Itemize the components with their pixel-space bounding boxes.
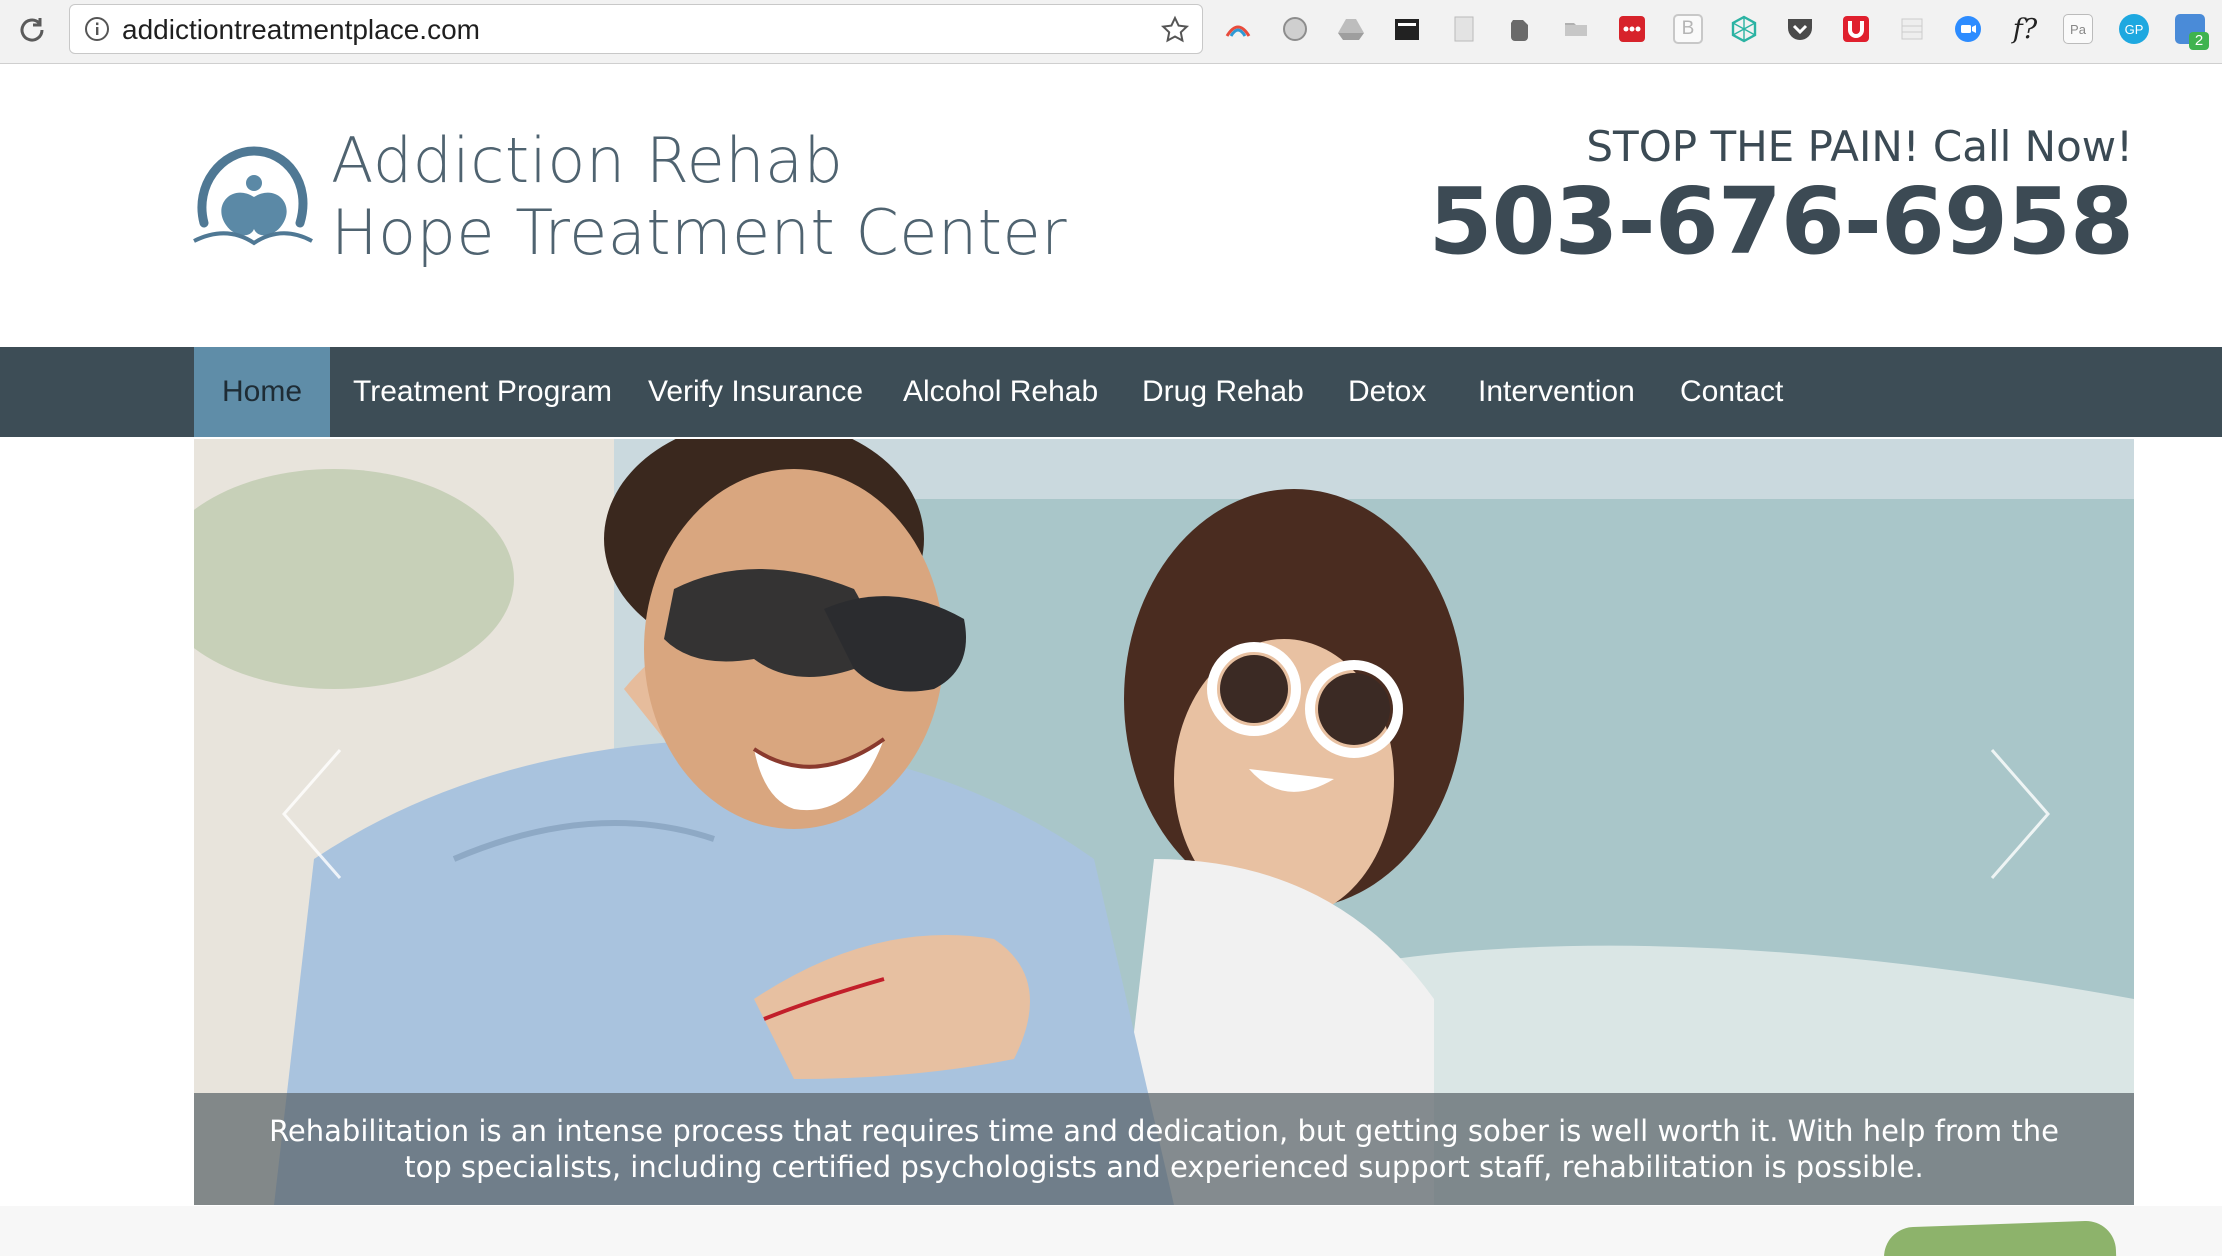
- pocket-icon[interactable]: [1785, 14, 1815, 44]
- nav-contact[interactable]: Contact: [1652, 347, 1811, 437]
- nav-intervention[interactable]: Intervention: [1450, 347, 1663, 437]
- logo-icon[interactable]: [192, 145, 314, 253]
- address-bar[interactable]: addictiontreatmentplace.com: [69, 4, 1203, 54]
- folder-icon[interactable]: [1561, 14, 1591, 44]
- url-text: addictiontreatmentplace.com: [122, 14, 480, 45]
- slider-next-arrow[interactable]: [1978, 744, 2058, 884]
- call-to-action: STOP THE PAIN! Call Now!: [1586, 122, 2133, 171]
- font-question-icon[interactable]: f?: [2006, 14, 2044, 45]
- logo-title-line2[interactable]: Hope Treatment Center: [331, 196, 1067, 269]
- slider-prev-arrow[interactable]: [274, 744, 354, 884]
- u-magnet-icon[interactable]: [1841, 14, 1871, 44]
- grey-grid-icon[interactable]: [1897, 14, 1927, 44]
- hero-photo: [194, 439, 2134, 1205]
- gp-icon[interactable]: GP: [2119, 14, 2149, 44]
- page-icon[interactable]: [1449, 14, 1479, 44]
- info-icon[interactable]: [84, 16, 110, 42]
- red-dots-icon[interactable]: [1617, 14, 1647, 44]
- badge-count: 2: [2189, 32, 2209, 50]
- b-icon[interactable]: B: [1673, 14, 1703, 44]
- nav-verify-insurance[interactable]: Verify Insurance: [620, 347, 891, 437]
- rainbow-arc-icon[interactable]: [1223, 14, 1253, 44]
- phone-number[interactable]: 503-676-6958: [1428, 168, 2134, 275]
- clapper-icon[interactable]: [1392, 14, 1422, 44]
- crystal-icon[interactable]: [1729, 14, 1759, 44]
- zoom-icon[interactable]: [1953, 14, 1983, 44]
- nav-treatment-program[interactable]: Treatment Program: [325, 347, 640, 437]
- bookmark-star-icon[interactable]: [1160, 15, 1190, 45]
- nav-detox[interactable]: Detox: [1320, 347, 1454, 437]
- logo-title-line1[interactable]: Addiction Rehab: [331, 124, 843, 197]
- grey-circle-icon[interactable]: [1280, 14, 1310, 44]
- code-badge-icon[interactable]: 2: [2175, 14, 2209, 50]
- slide-caption-text: Rehabilitation is an intense process tha…: [269, 1114, 2059, 1184]
- pa-cursor-icon[interactable]: Pa: [2063, 14, 2093, 44]
- nav-drug-rehab[interactable]: Drug Rehab: [1114, 347, 1332, 437]
- nav-alcohol-rehab[interactable]: Alcohol Rehab: [875, 347, 1126, 437]
- main-nav: Home Treatment Program Verify Insurance …: [0, 347, 2222, 437]
- reload-icon[interactable]: [14, 12, 50, 48]
- drive-icon[interactable]: [1336, 14, 1366, 44]
- hero-slider: Rehabilitation is an intense process tha…: [194, 439, 2134, 1205]
- slide-caption: Rehabilitation is an intense process tha…: [194, 1093, 2134, 1205]
- nav-home[interactable]: Home: [194, 347, 331, 437]
- evernote-icon[interactable]: [1505, 14, 1535, 44]
- browser-toolbar: addictiontreatmentplace.com B f? Pa GP 2: [0, 0, 2222, 64]
